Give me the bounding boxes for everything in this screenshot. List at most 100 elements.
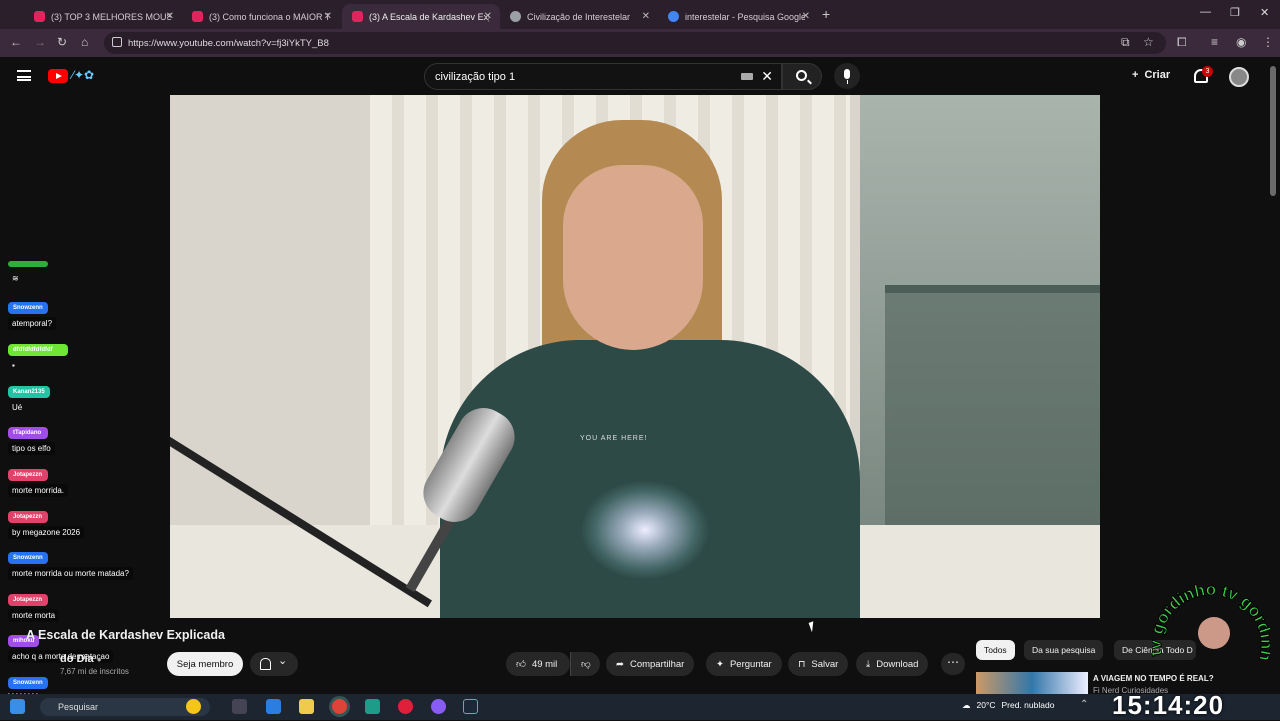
thumbs-down-icon: 👎︎ [581,659,591,670]
chat-user: Jotapezzn [8,511,48,523]
minimize-icon[interactable]: — [1200,6,1211,18]
like-button[interactable]: 👍︎ 49 mil [506,652,570,676]
chat-user: Snowzenn [8,552,48,564]
subscriber-count: 7,67 mi de inscritos [60,667,129,676]
site-info-icon[interactable] [112,37,122,47]
keyboard-icon[interactable] [741,73,753,80]
search-icon [796,70,807,81]
forward-icon[interactable]: → [34,35,46,49]
recommended-thumbnail[interactable] [976,672,1088,694]
search-button[interactable] [782,63,822,90]
windows-start-icon[interactable] [10,699,25,714]
chip-from-search[interactable]: Da sua pesquisa [1024,640,1104,660]
weather-temp: 20°C [976,700,996,710]
more-actions-button[interactable]: ⋯ [941,653,965,675]
taskbar-search-input[interactable]: Pesquisar [40,698,210,716]
sparkle-widget-icon[interactable] [186,699,201,714]
search-input[interactable]: civilização tipo 1 ✕ [424,63,782,90]
presenter-face [563,165,703,350]
avatar[interactable] [1229,67,1249,87]
weather-desc: Pred. nublado [1001,700,1055,710]
download-icon: ⤓ [866,658,871,670]
channel-name[interactable]: do Dia ● [60,653,102,665]
tab-title: (3) Como funciona o MAIOR TE [209,11,329,22]
weather-widget[interactable]: ☁ 20°C Pred. nublado [962,700,1054,711]
tray-chevron-icon[interactable]: ⌃ [1080,699,1088,710]
tab-title: (3) TOP 3 MELHORES MOUSES [51,11,171,22]
chrome-icon[interactable] [332,699,347,714]
app-icon[interactable] [365,699,380,714]
chat-text: tipo os elfo [8,442,55,455]
browser-tab-1[interactable]: (3) TOP 3 MELHORES MOUSES ✕ [24,4,182,29]
browser-tab-5[interactable]: interestelar - Pesquisa Google ✕ [658,4,818,29]
close-window-icon[interactable]: ✕ [1260,6,1269,19]
video-player[interactable]: YOU ARE HERE! [170,95,1100,618]
plus-icon: + [1132,69,1139,81]
like-count: 49 mil [531,658,558,670]
reload-icon[interactable]: ↻ [57,35,67,49]
chat-user: Jotapezzn [8,469,48,481]
close-icon[interactable]: ✕ [484,11,492,22]
browser-tab-4[interactable]: Civilização de Interestelar ✕ [500,4,658,29]
dislike-button[interactable]: 👎︎ [570,652,600,676]
maximize-icon[interactable]: ❐ [1230,6,1240,19]
close-icon[interactable]: ✕ [166,11,174,22]
opera-icon[interactable] [398,699,413,714]
chat-message: Snowzenn morte morrida ou morte matada? [8,552,133,580]
messenger-icon[interactable] [431,699,446,714]
cast-icon[interactable]: ⧉ [1121,35,1130,50]
chat-user [8,261,48,267]
chat-text: morte morrida ou morte matada? [8,567,133,580]
tab-title: Civilização de Interestelar [527,11,631,22]
file-explorer-icon[interactable] [299,699,314,714]
chat-user: Jotapezzn [8,594,48,606]
extensions-icon[interactable]: ⧠ [1177,35,1187,50]
microsoft-store-icon[interactable] [266,699,281,714]
browser-tab-2[interactable]: (3) Como funciona o MAIOR TE ✕ [182,4,340,29]
close-icon[interactable]: ✕ [324,11,332,22]
ask-button[interactable]: ✦ Perguntar [706,652,782,676]
youtube-logo-icon[interactable] [48,69,68,83]
video-title: A Escala de Kardashev Explicada [26,628,225,642]
chat-message: tTapidano tipo os elfo [8,427,55,455]
chat-message: Kanan2135 Ué [8,386,50,414]
taskbar-search-placeholder: Pesquisar [58,702,99,712]
verified-icon: ● [96,655,102,664]
url-text: https://www.youtube.com/watch?v=fj3iYkTY… [128,37,329,49]
hamburger-menu-icon[interactable] [17,70,31,81]
back-icon[interactable]: ← [10,35,22,49]
new-tab-button[interactable]: + [822,6,830,22]
chat-message: ≋ [8,260,48,285]
share-button[interactable]: ➦ Compartilhar [606,652,695,676]
chat-user: dfdfdfdfdfdfdf [8,344,68,356]
profile-icon[interactable]: ◉ [1236,35,1246,49]
join-button[interactable]: Seja membro [167,652,243,676]
save-button[interactable]: ⊓ Salvar [788,652,849,676]
close-icon[interactable]: ✕ [642,11,650,22]
create-button[interactable]: + Criar [1132,69,1170,81]
menu-icon[interactable]: ⋮ [1262,35,1274,49]
subscription-bell-button[interactable] [250,652,298,676]
page-scrollbar[interactable] [1270,66,1276,196]
chat-emote-icon: ≋ [12,274,19,283]
youtube-favicon-icon [34,11,45,22]
voice-search-icon[interactable] [834,63,860,89]
ask-label: Perguntar [729,658,772,670]
google-favicon-icon [668,11,679,22]
bookmark-star-icon[interactable]: ☆ [1143,35,1154,49]
close-icon[interactable]: ✕ [802,11,810,22]
share-icon: ➦ [616,658,624,670]
clear-search-icon[interactable]: ✕ [761,68,773,85]
youtube-doodle-icon[interactable]: ⁄✦✿ [72,68,94,82]
browser-tab-3-active[interactable]: (3) A Escala de Kardashev Expli ✕ [342,4,500,29]
clock-overlay: 15:14:20 [1112,690,1225,720]
chip-all[interactable]: Todos [976,640,1015,660]
media-icon[interactable]: ≡ [1211,35,1218,49]
save-label: Salvar [811,658,839,670]
home-icon[interactable]: ⌂ [81,35,88,49]
steam-icon[interactable] [463,699,478,714]
address-bar[interactable]: https://www.youtube.com/watch?v=fj3iYkTY… [104,32,1166,54]
task-view-icon[interactable] [232,699,247,714]
tab-title: (3) A Escala de Kardashev Expli [369,11,489,22]
download-button[interactable]: ⤓ Download [856,652,929,676]
